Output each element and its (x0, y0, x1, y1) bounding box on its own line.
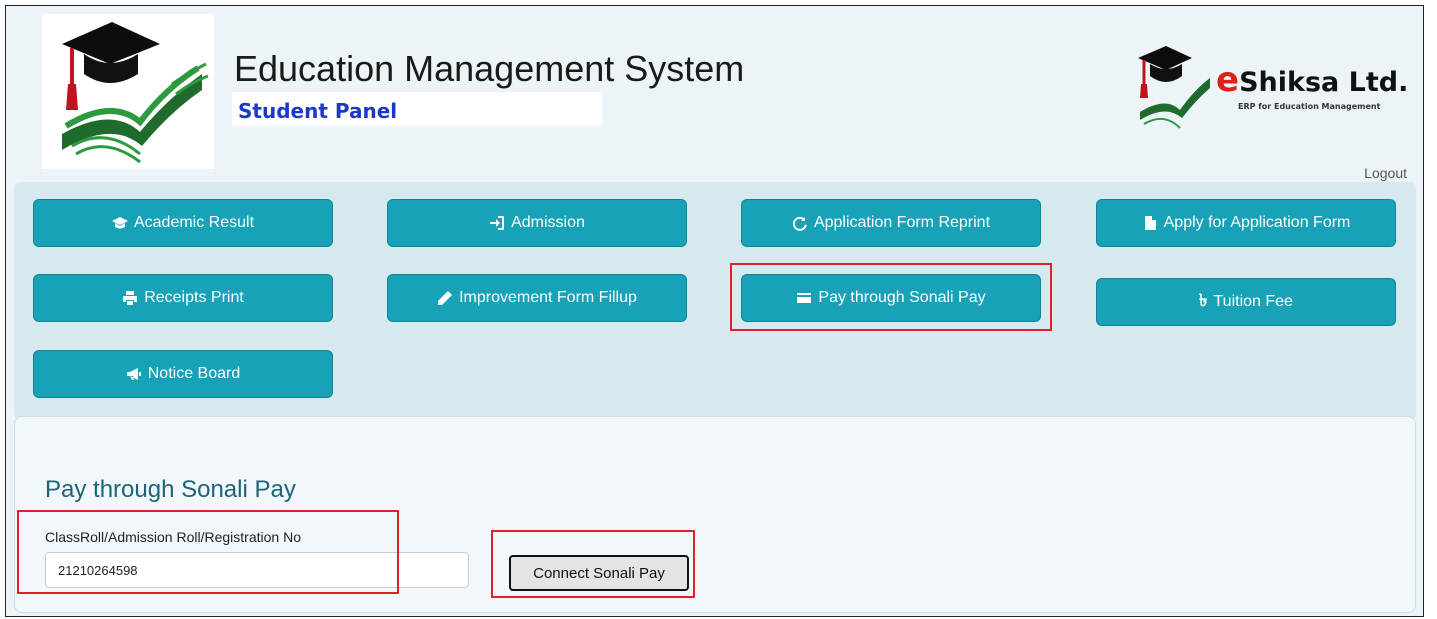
connect-sonali-pay-button[interactable]: Connect Sonali Pay (509, 555, 689, 591)
brand-name: eShiksa Ltd. (1216, 60, 1409, 100)
pay-through-sonali-pay-button[interactable]: Pay through Sonali Pay (741, 274, 1041, 322)
apply-for-application-form-button[interactable]: Apply for Application Form (1096, 199, 1396, 247)
improvement-form-fillup-label: Improvement Form Fillup (459, 289, 637, 306)
payment-panel: Pay through Sonali Pay ClassRoll/Admissi… (14, 416, 1416, 613)
file-icon (1144, 216, 1156, 230)
application-form-reprint-label: Application Form Reprint (813, 214, 991, 231)
graduation-book-logo-icon (62, 22, 209, 164)
payment-heading: Pay through Sonali Pay (45, 476, 296, 503)
credit-card-icon (797, 293, 812, 303)
receipts-print-button[interactable]: Receipts Print (33, 274, 333, 322)
tuition-fee-button[interactable]: ৳ Tuition Fee (1096, 278, 1396, 326)
menu-panel: Academic Result Admission Application Fo… (14, 182, 1416, 420)
logout-link[interactable]: Logout (1364, 165, 1407, 181)
pencil-icon (438, 291, 453, 305)
brand-tagline: ERP for Education Management (1238, 102, 1381, 111)
academic-result-label: Academic Result (133, 214, 255, 231)
notice-board-button[interactable]: Notice Board (33, 350, 333, 398)
sign-in-icon (490, 216, 505, 230)
application-form-reprint-button[interactable]: Application Form Reprint (741, 199, 1041, 247)
improvement-form-fillup-button[interactable]: Improvement Form Fillup (387, 274, 687, 322)
admission-button[interactable]: Admission (387, 199, 687, 247)
notice-board-label: Notice Board (147, 365, 241, 382)
education-logo (42, 14, 214, 169)
pay-through-sonali-pay-label: Pay through Sonali Pay (818, 289, 986, 306)
bullhorn-icon (126, 368, 141, 380)
panel-subtitle: Student Panel (238, 99, 398, 123)
print-icon (123, 291, 138, 305)
refresh-icon (792, 216, 807, 231)
receipts-print-label: Receipts Print (144, 289, 244, 306)
graduation-cap-icon (111, 217, 128, 229)
app-title: Education Management System (234, 48, 745, 89)
eshiksa-logo-icon (1138, 46, 1210, 129)
eshiksa-brand: eShiksa Ltd. ERP for Education Managemen… (1130, 42, 1412, 134)
academic-result-button[interactable]: Academic Result (33, 199, 333, 247)
roll-number-input[interactable] (45, 552, 469, 588)
taka-icon: ৳ (1199, 291, 1208, 310)
page-frame: Education Management System Student Pane… (5, 5, 1424, 617)
tuition-fee-label: Tuition Fee (1213, 293, 1293, 310)
roll-field-label: ClassRoll/Admission Roll/Registration No (45, 529, 301, 545)
admission-label: Admission (511, 214, 585, 231)
apply-for-application-form-label: Apply for Application Form (1163, 214, 1351, 231)
